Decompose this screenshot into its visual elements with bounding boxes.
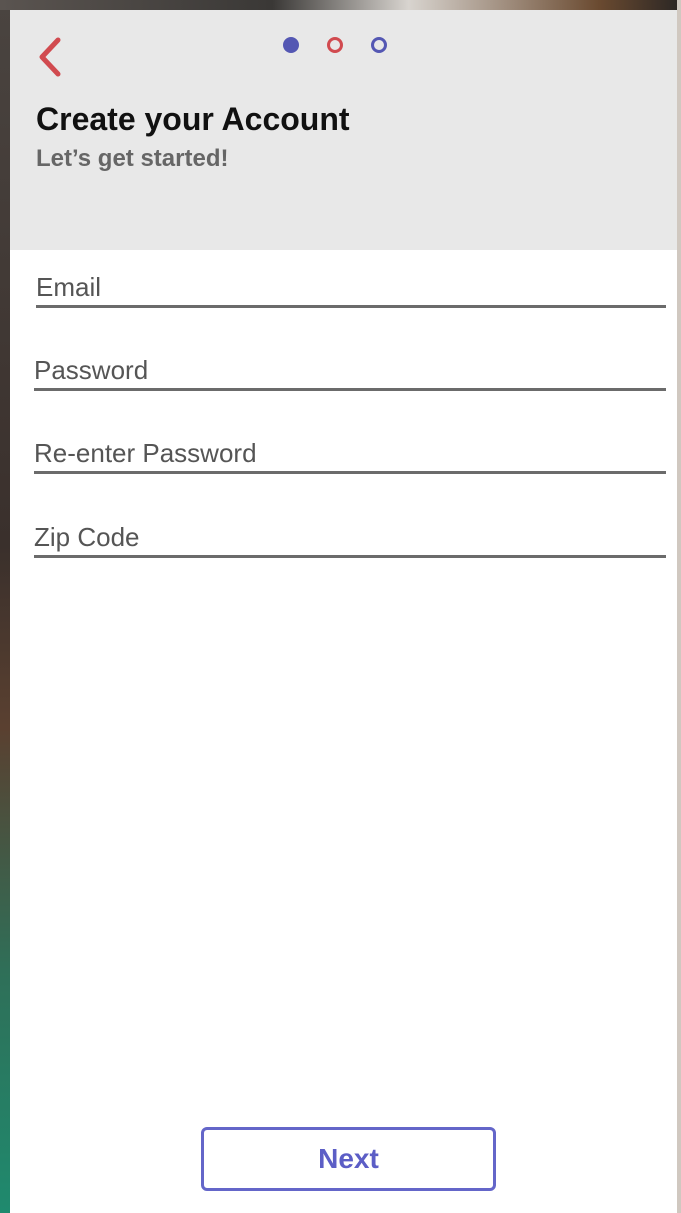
password-field [34, 339, 666, 391]
step-dot [371, 37, 387, 53]
background-scenery-right [677, 0, 681, 1213]
email-input[interactable] [36, 256, 666, 305]
zip-code-field [34, 506, 666, 558]
password-input[interactable] [34, 339, 666, 388]
reenter-password-field [34, 422, 666, 474]
background-scenery-left [0, 0, 10, 1213]
page-title: Create your Account [36, 101, 350, 137]
reenter-password-input[interactable] [34, 422, 666, 471]
header: Create your Account Let’s get started! [10, 10, 677, 250]
step-indicator [283, 37, 387, 53]
page-subtitle: Let’s get started! [36, 145, 229, 172]
email-field [36, 256, 666, 308]
chevron-left-icon [39, 37, 61, 77]
back-button[interactable] [34, 32, 70, 82]
zip-code-input[interactable] [34, 506, 666, 555]
next-button[interactable]: Next [201, 1127, 496, 1191]
signup-modal: Create your Account Let’s get started! N… [10, 10, 677, 1213]
step-dot [327, 37, 343, 53]
step-dot-current [283, 37, 299, 53]
background-scenery-top [0, 0, 681, 10]
